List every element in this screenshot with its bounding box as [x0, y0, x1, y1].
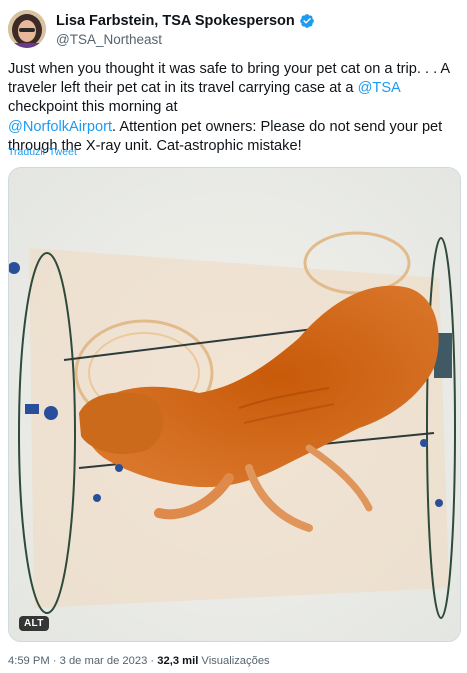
meta-separator: · [147, 655, 158, 667]
tweet-date[interactable]: 3 de mar de 2023 [60, 655, 148, 667]
views-count: 32,3 mil [157, 655, 199, 667]
xray-image [9, 168, 460, 641]
tweet-text: Just when you thought it was safe to bri… [8, 60, 457, 156]
avatar[interactable] [8, 10, 46, 48]
author-handle[interactable]: @TSA_Northeast [56, 32, 162, 47]
tweet-time[interactable]: 4:59 PM [8, 655, 50, 667]
translate-tweet-link[interactable]: Traduzir Tweet [8, 146, 77, 158]
tweet-image[interactable]: ALT [8, 167, 461, 642]
meta-separator: · [49, 655, 60, 667]
tweet-meta: 4:59 PM · 3 de mar de 2023 · 32,3 mil Vi… [8, 655, 270, 667]
author-name[interactable]: Lisa Farbstein, TSA Spokesperson [56, 13, 295, 29]
mention-norfolkairport-link[interactable]: @NorfolkAirport [8, 119, 112, 135]
tweet-text-part: checkpoint this morning at [8, 99, 178, 116]
views-label: Visualizações [198, 655, 270, 667]
mention-tsa-link[interactable]: @TSA [358, 80, 400, 96]
tweet-header: Lisa Farbstein, TSA Spokesperson @TSA_No… [8, 10, 459, 50]
verified-badge-icon [299, 13, 315, 29]
alt-text-badge[interactable]: ALT [19, 616, 49, 631]
